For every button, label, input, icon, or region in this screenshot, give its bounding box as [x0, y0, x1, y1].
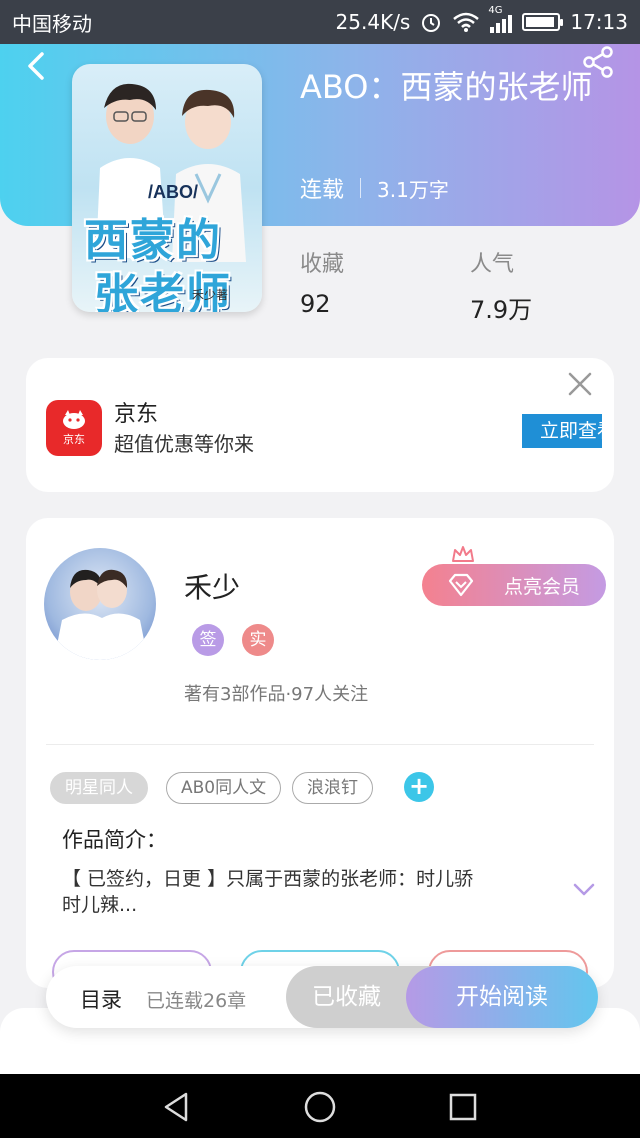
jd-logo-text: 京东	[63, 433, 85, 446]
chapter-count[interactable]: 已连载26章	[146, 986, 246, 1013]
bottom-action-bar: 目录 已连载26章 已收藏 开始阅读	[46, 966, 598, 1028]
serial-status: 连载	[300, 178, 345, 203]
add-tag-button[interactable]: +	[404, 772, 434, 802]
book-cover[interactable]: /ABO/ 西蒙的 张老师 禾少著	[72, 64, 262, 312]
close-icon[interactable]	[566, 370, 594, 398]
ad-card[interactable]: 京东 京东 超值优惠等你来 立即查看	[26, 358, 614, 492]
author-card: 禾少 签 实 著有3部作品·97人关注 点亮会员 明星同人 AB0同人文 浪浪钉…	[26, 518, 614, 988]
vip-button-label: 点亮会员	[503, 575, 580, 598]
favorites-label: 收藏	[300, 252, 345, 277]
favorites-value: 92	[300, 290, 331, 318]
author-avatar[interactable]	[44, 548, 156, 660]
cover-author-mark: 禾少著	[192, 288, 229, 302]
popularity-stat: 人气 7.9万	[470, 246, 532, 325]
status-bar-right: 25.4K/s 4G 17:13	[335, 5, 628, 34]
popularity-label: 人气	[470, 252, 515, 277]
toc-button[interactable]: 目录	[80, 984, 122, 1014]
status-bar: 中国移动 25.4K/s 4G 17:13	[0, 0, 640, 44]
book-meta: 连载 3.1万字	[300, 172, 449, 204]
nav-home-icon[interactable]	[302, 1089, 338, 1125]
nav-back-icon[interactable]	[160, 1090, 194, 1124]
tag-chip[interactable]: 浪浪钉	[292, 772, 373, 804]
crown-icon	[452, 546, 474, 562]
ad-brand: 京东	[114, 402, 159, 427]
author-name[interactable]: 禾少	[184, 566, 240, 606]
cover-title-line2: 张老师	[94, 269, 232, 312]
signal-icon: 4G	[488, 5, 513, 33]
ad-view-button[interactable]: 立即查看	[522, 414, 602, 448]
favorites-stat: 收藏 92	[300, 246, 344, 318]
signed-badge: 签	[192, 624, 224, 656]
meta-divider	[360, 178, 362, 198]
vip-button[interactable]: 点亮会员	[422, 564, 606, 606]
carrier-label: 中国移动	[12, 11, 92, 36]
diamond-icon	[448, 573, 474, 597]
verified-badge: 实	[242, 624, 274, 656]
battery-icon	[522, 13, 564, 31]
nav-recent-icon[interactable]	[446, 1090, 480, 1124]
avatar-image	[54, 569, 148, 660]
network-type: 4G	[488, 5, 503, 16]
popularity-value: 7.9万	[470, 296, 533, 324]
wifi-icon	[453, 12, 480, 32]
book-title: ABO：西蒙的张老师	[300, 68, 593, 106]
clock: 17:13	[570, 10, 628, 34]
section-divider	[46, 744, 594, 745]
author-works-summary: 著有3部作品·97人关注	[184, 684, 369, 705]
ad-description: 超值优惠等你来	[114, 432, 254, 456]
back-icon[interactable]	[20, 48, 56, 84]
alarm-icon	[422, 14, 441, 32]
intro-text: 【 已签约，日更 】只属于西蒙的张老师：时儿骄时儿辣...	[62, 868, 474, 916]
word-count: 3.1万字	[377, 177, 449, 202]
intro-title: 作品简介：	[62, 828, 167, 852]
cover-tag: /ABO/	[148, 182, 199, 202]
jd-dog-icon	[63, 410, 85, 429]
network-speed: 25.4K/s	[335, 10, 411, 34]
tag-chip[interactable]: 明星同人	[50, 772, 148, 804]
system-nav-bar	[0, 1074, 640, 1138]
tag-chip[interactable]: AB0同人文	[166, 772, 282, 804]
start-reading-button[interactable]: 开始阅读	[406, 966, 598, 1028]
jd-logo: 京东	[46, 400, 102, 456]
chevron-down-icon[interactable]	[572, 882, 596, 898]
